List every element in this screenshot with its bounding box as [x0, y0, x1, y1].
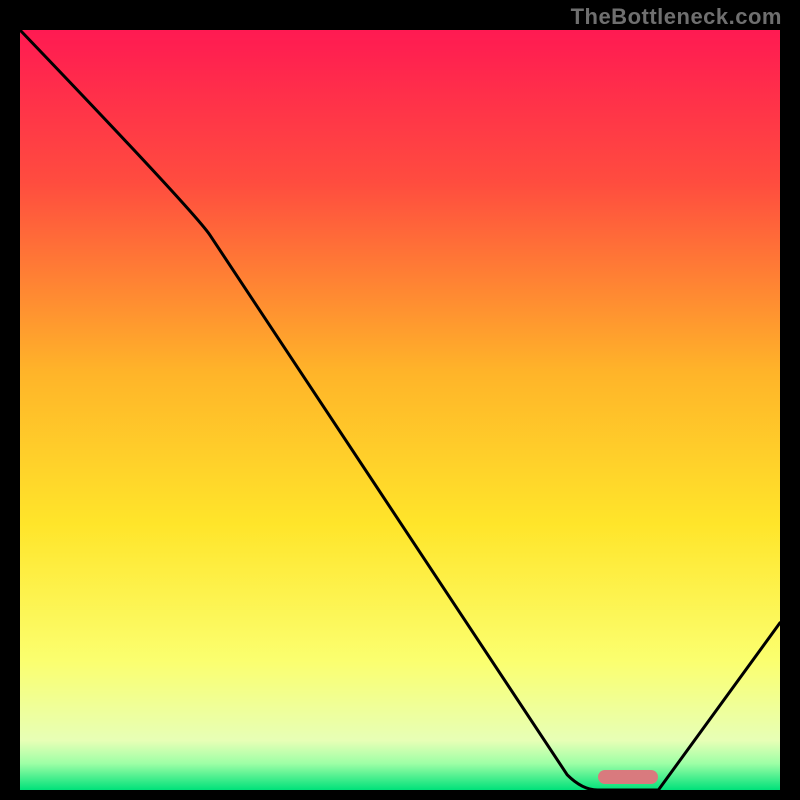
plot-area	[20, 30, 780, 780]
chart-frame: TheBottleneck.com	[0, 0, 800, 800]
watermark-text: TheBottleneck.com	[571, 4, 782, 30]
optimal-range-marker-layer	[20, 30, 780, 780]
optimal-range-marker	[598, 770, 659, 784]
